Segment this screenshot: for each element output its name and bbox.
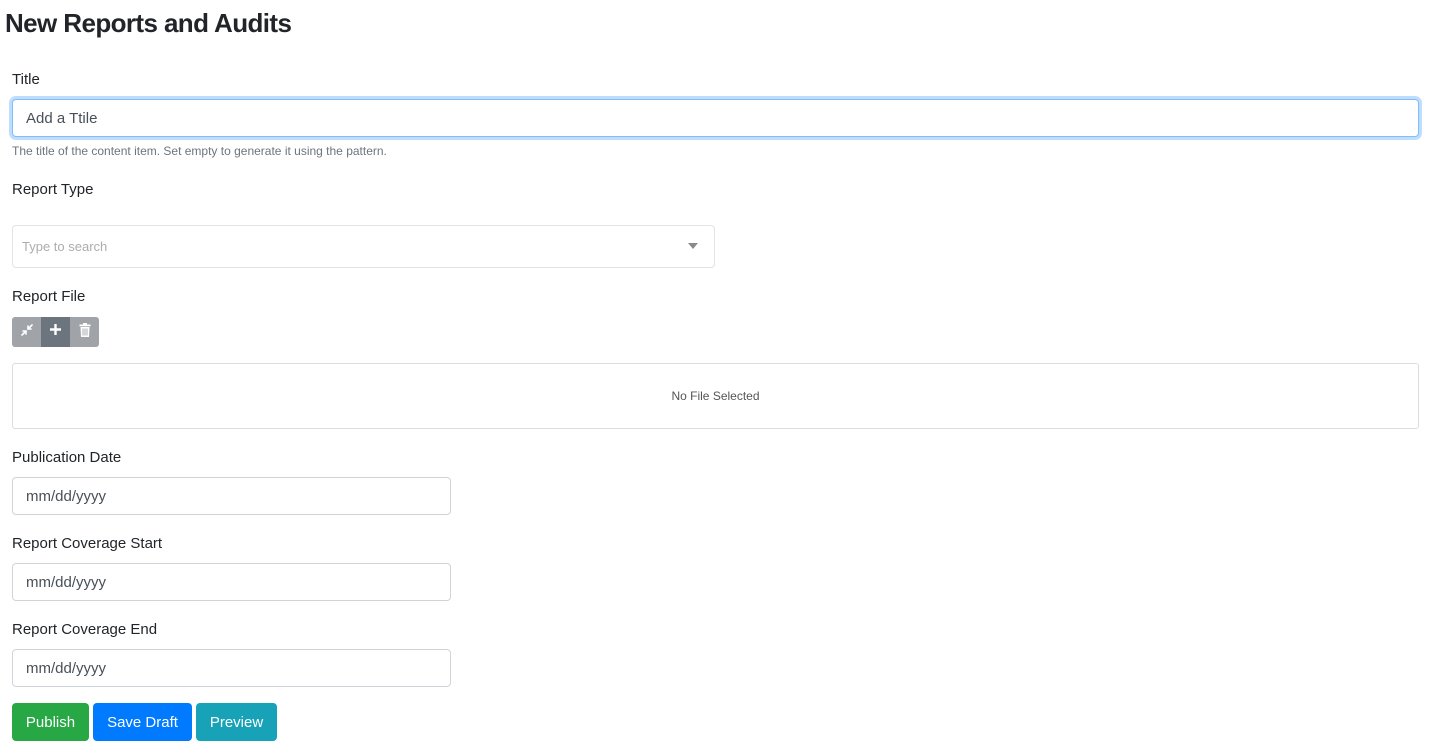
publication-date-input[interactable]: mm/dd/yyyy <box>12 477 451 515</box>
coverage-end-placeholder: mm/dd/yyyy <box>26 659 107 677</box>
collapse-icon <box>20 323 33 341</box>
no-file-text: No File Selected <box>671 389 760 403</box>
file-drop-area[interactable]: No File Selected <box>12 363 1419 429</box>
coverage-start-label: Report Coverage Start <box>12 535 163 552</box>
collapse-button[interactable] <box>12 317 41 347</box>
trash-icon <box>79 322 91 342</box>
title-label: Title <box>12 71 40 88</box>
chevron-down-icon[interactable] <box>688 243 698 249</box>
title-help-text: The title of the content item. Set empty… <box>12 144 387 158</box>
coverage-start-placeholder: mm/dd/yyyy <box>26 573 107 591</box>
title-input[interactable] <box>12 99 1419 137</box>
delete-file-button[interactable] <box>70 317 99 347</box>
page-title: New Reports and Audits <box>5 8 292 38</box>
coverage-start-input[interactable]: mm/dd/yyyy <box>12 563 451 601</box>
publish-button[interactable]: Publish <box>12 703 89 741</box>
report-file-toolbar <box>12 317 99 347</box>
report-type-placeholder: Type to search <box>22 239 108 254</box>
preview-button[interactable]: Preview <box>196 703 277 741</box>
report-file-label: Report File <box>12 288 86 305</box>
coverage-end-input[interactable]: mm/dd/yyyy <box>12 649 451 687</box>
add-file-button[interactable] <box>41 317 70 347</box>
save-draft-button[interactable]: Save Draft <box>93 703 192 741</box>
publication-date-label: Publication Date <box>12 449 122 466</box>
coverage-end-label: Report Coverage End <box>12 621 158 638</box>
publication-date-placeholder: mm/dd/yyyy <box>26 487 107 505</box>
report-type-select[interactable]: Type to search <box>12 225 715 268</box>
report-type-label: Report Type <box>12 181 94 198</box>
plus-icon <box>49 323 62 341</box>
